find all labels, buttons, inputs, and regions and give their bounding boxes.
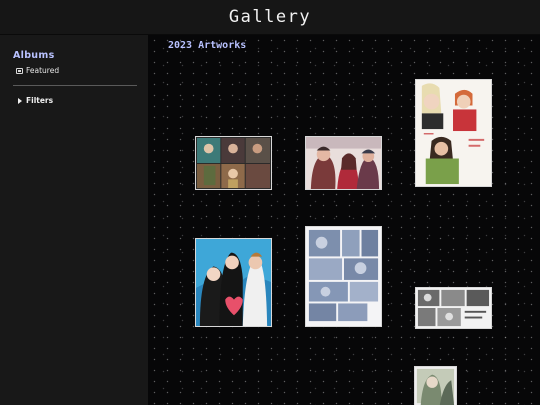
sidebar-item-featured[interactable]: Featured	[16, 66, 59, 75]
top-bar: Gallery	[0, 0, 540, 35]
artwork-thumbnail-sketch-portrait[interactable]	[414, 366, 457, 405]
artwork-image	[416, 80, 491, 186]
artwork-image	[306, 137, 381, 189]
artwork-thumbnail-heart-portrait[interactable]	[195, 238, 272, 327]
artwork-image	[306, 227, 381, 326]
artwork-image	[416, 288, 491, 328]
sidebar: Albums Featured Filters	[0, 35, 148, 405]
filters-label: Filters	[26, 96, 54, 105]
section-title: 2023 Artworks	[168, 40, 247, 51]
artwork-thumbnail-three-figures[interactable]	[305, 136, 382, 190]
artwork-thumbnail-character-sheet[interactable]	[415, 79, 492, 187]
albums-heading: Albums	[13, 50, 55, 61]
sidebar-divider	[13, 85, 137, 86]
gallery-canvas: 2023 Artworks	[148, 35, 540, 405]
artwork-thumbnail-character-grid[interactable]	[195, 136, 272, 190]
sidebar-item-label: Featured	[26, 66, 60, 75]
album-icon	[16, 67, 23, 74]
artwork-image	[196, 137, 271, 189]
expand-triangle-icon	[18, 97, 22, 104]
page-title: Gallery	[228, 7, 312, 27]
artwork-image	[196, 239, 271, 326]
artwork-image	[415, 367, 456, 405]
artwork-thumbnail-manga-panels[interactable]	[415, 287, 492, 329]
artwork-thumbnail-comic-page[interactable]	[305, 226, 382, 327]
filters-toggle[interactable]: Filters	[18, 96, 53, 105]
